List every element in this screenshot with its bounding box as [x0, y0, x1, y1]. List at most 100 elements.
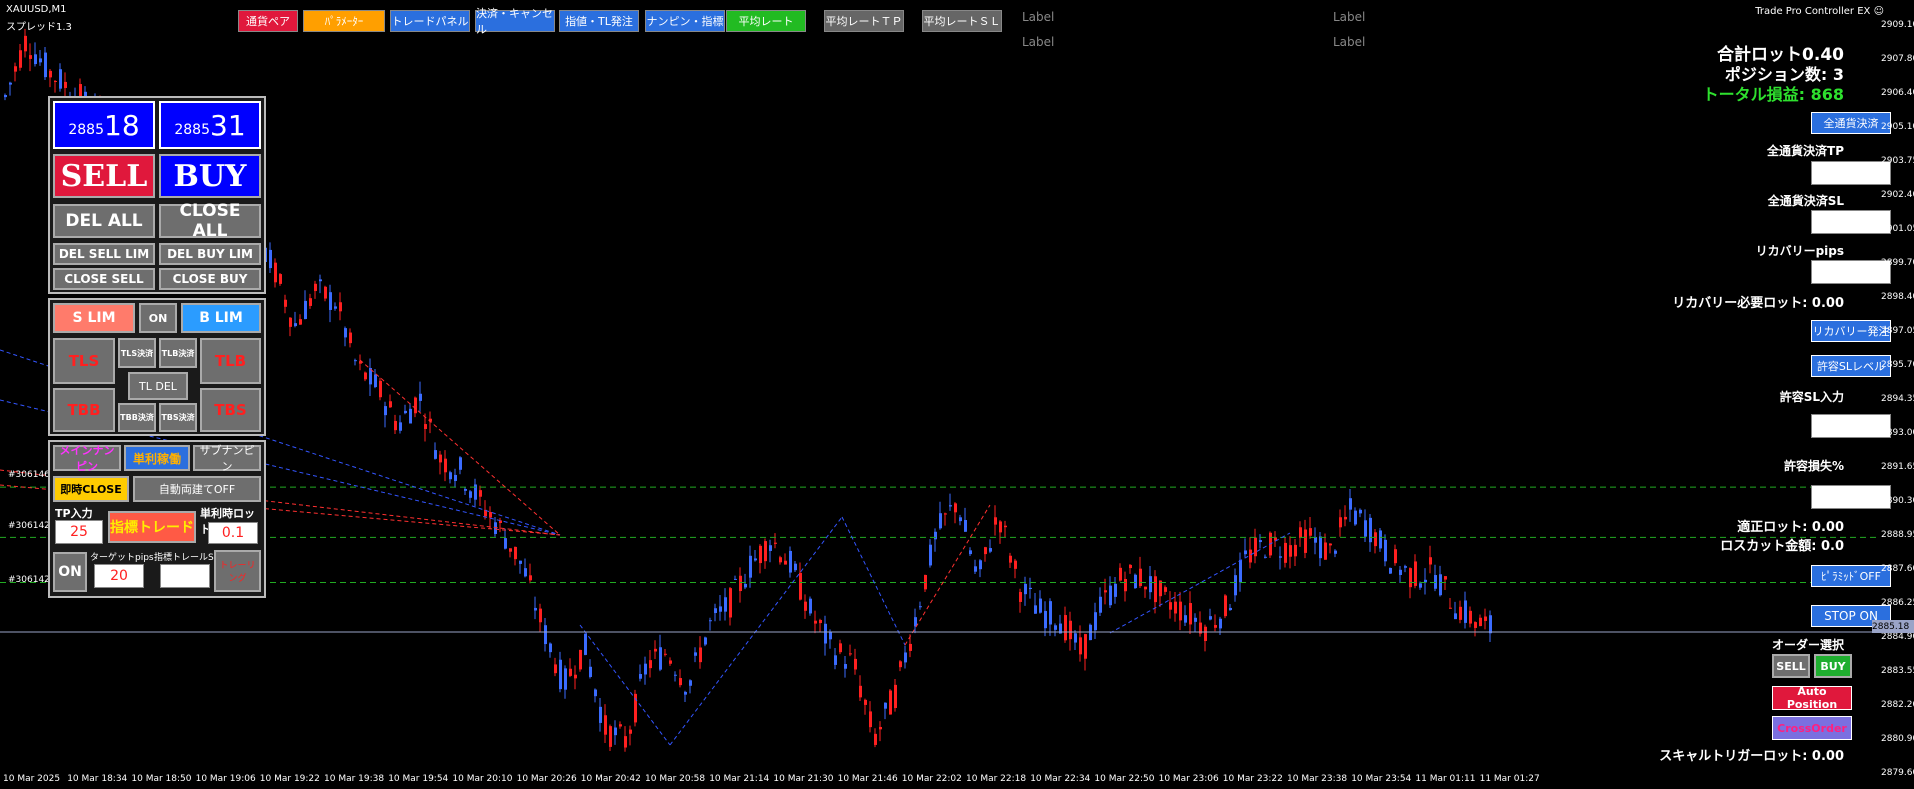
top-button[interactable]: 平均レートＳＬ	[922, 10, 1002, 32]
tp-input[interactable]: 25	[55, 520, 103, 544]
candle-body	[574, 674, 577, 679]
tbs-settle-button[interactable]: TBS決済	[159, 403, 197, 432]
candle-body	[919, 606, 922, 608]
allowed-sl-input[interactable]	[1811, 414, 1891, 438]
candle-body	[954, 503, 957, 513]
on-button[interactable]: ON	[53, 552, 87, 592]
allowed-loss-pct-input[interactable]	[1811, 485, 1891, 509]
single-lot-input[interactable]: 0.1	[208, 522, 258, 544]
candle-body	[624, 736, 627, 748]
all-settle-button[interactable]: 全通貨決済	[1811, 112, 1891, 134]
candle-body	[59, 69, 62, 89]
top-button[interactable]: 指値・TL発注	[559, 10, 639, 32]
sub-nanpin-button[interactable]: サブナンピン	[193, 444, 261, 473]
candle-body	[684, 691, 687, 695]
tbb-settle-button[interactable]: TBB決済	[118, 403, 156, 432]
candle-body	[529, 575, 532, 581]
tl-del-button[interactable]: TL DEL	[128, 372, 188, 400]
candle-body	[1404, 566, 1407, 568]
candle-body	[1034, 605, 1037, 614]
candle-body	[1469, 610, 1472, 624]
buy-button[interactable]: BUY	[159, 154, 261, 198]
tbb-button[interactable]: TBB	[53, 388, 115, 432]
candle-body	[644, 663, 647, 675]
top-button[interactable]: 平均レートＴＰ	[824, 10, 904, 32]
candle-body	[374, 374, 377, 388]
candle-body	[1209, 616, 1212, 620]
recovery-order-button[interactable]: リカバリー発注	[1811, 320, 1891, 342]
top-button[interactable]: ナンピン・指標	[645, 10, 725, 32]
tlb-button[interactable]: TLB	[200, 338, 261, 384]
del-all-button[interactable]: DEL ALL	[53, 204, 155, 238]
candle-body	[944, 513, 947, 515]
top-button[interactable]: トレードパネル	[390, 10, 470, 32]
candle-body	[284, 299, 287, 307]
tlb-settle-button[interactable]: TLB決済	[159, 338, 197, 368]
close-sell-button[interactable]: CLOSE SELL	[53, 268, 155, 290]
del-buy-lim-button[interactable]: DEL BUY LIM	[159, 243, 261, 265]
tls-settle-button[interactable]: TLS決済	[118, 338, 156, 368]
order-buy-button[interactable]: BUY	[1814, 654, 1852, 678]
candle-body	[1144, 586, 1147, 590]
y-tick-label: 2879.60	[1881, 768, 1914, 778]
y-tick-label: 2888.95	[1881, 530, 1914, 540]
auto-position-button[interactable]: Auto Position	[1772, 685, 1852, 711]
candle-body	[489, 512, 492, 518]
del-sell-lim-button[interactable]: DEL SELL LIM	[53, 243, 155, 265]
candle-body	[1354, 510, 1357, 525]
candle-body	[904, 652, 907, 663]
cross-order-button[interactable]: CrossOrder	[1772, 716, 1852, 740]
all-settle-sl-input[interactable]	[1811, 210, 1891, 234]
trailing-button[interactable]: トレーリング	[214, 550, 261, 592]
b-lim-button[interactable]: B LIM	[181, 303, 261, 333]
x-tick-label: 10 Mar 18:34	[67, 774, 128, 784]
candle-body	[1149, 576, 1152, 593]
candle-body	[524, 568, 527, 577]
x-tick-label: 10 Mar 20:58	[645, 774, 706, 784]
y-tick-label: 2884.90	[1881, 632, 1914, 642]
candle-body	[824, 623, 827, 644]
candle-body	[459, 457, 462, 470]
all-settle-tp-input[interactable]	[1811, 161, 1891, 185]
x-tick-label: 10 Mar 22:50	[1094, 774, 1155, 784]
instant-close-button[interactable]: 即時CLOSE	[53, 476, 129, 502]
tbs-button[interactable]: TBS	[200, 388, 261, 432]
main-nanpin-button[interactable]: メインナンピン	[53, 444, 121, 473]
candle-body	[44, 52, 47, 78]
pyramid-button[interactable]: ﾋﾟﾗﾐｯﾄﾞOFF	[1811, 565, 1891, 587]
indicator-trade-button[interactable]: 指標トレード	[108, 511, 196, 543]
price-chart[interactable]	[0, 0, 1914, 789]
y-tick-label: 2898.40	[1881, 292, 1914, 302]
candle-body	[329, 292, 332, 310]
order-sell-button[interactable]: SELL	[1772, 654, 1810, 678]
candle-body	[9, 82, 12, 85]
floating-label: Label	[1333, 10, 1366, 24]
single-profit-button[interactable]: 単利稼働	[124, 445, 190, 471]
candle-body	[1279, 556, 1282, 558]
candle-body	[774, 542, 777, 544]
candle-body	[829, 631, 832, 640]
candle-body	[669, 660, 672, 664]
top-button[interactable]: 通貨ペア	[238, 10, 298, 32]
on-toggle[interactable]: ON	[139, 303, 177, 333]
close-all-button[interactable]: CLOSE ALL	[159, 201, 261, 241]
candle-body	[1294, 544, 1297, 557]
top-button[interactable]: ﾊﾟﾗﾒｰﾀｰ	[303, 10, 385, 32]
candle-body	[1324, 542, 1327, 560]
target-pips-input[interactable]: 20	[94, 564, 144, 588]
total-pl: トータル損益: 868	[1702, 85, 1844, 104]
auto-hedge-button[interactable]: 自動両建てOFF	[133, 476, 261, 502]
sell-button[interactable]: SELL	[53, 154, 155, 198]
allowed-sl-input-label: 許容SL入力	[1779, 390, 1844, 404]
top-button[interactable]: 平均レート	[726, 10, 806, 32]
tls-button[interactable]: TLS	[53, 338, 115, 384]
recovery-pips-input[interactable]	[1811, 260, 1891, 284]
y-tick-label: 2886.25	[1881, 598, 1914, 608]
candle-body	[639, 674, 642, 679]
top-button[interactable]: 決済・キャンセル	[475, 7, 555, 36]
candle-body	[1134, 574, 1137, 589]
indicator-trail-sl-input[interactable]	[160, 564, 210, 588]
close-buy-button[interactable]: CLOSE BUY	[159, 268, 261, 290]
allowed-sl-level-button[interactable]: 許容SLレベル	[1811, 355, 1891, 377]
s-lim-button[interactable]: S LIM	[53, 303, 135, 333]
